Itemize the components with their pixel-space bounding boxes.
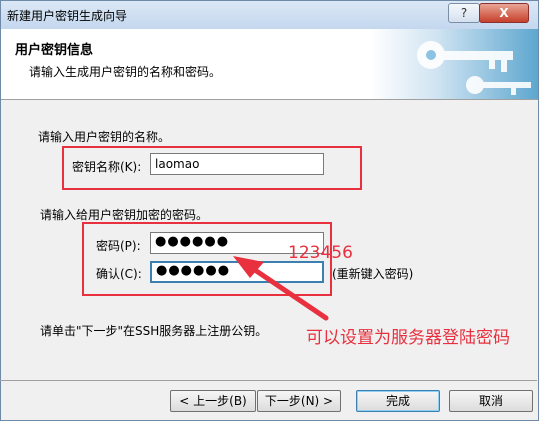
title-bar[interactable]: 新建用户密钥生成向导 ? X — [1, 1, 538, 29]
close-button[interactable]: X — [479, 3, 529, 23]
next-button[interactable]: 下一步(N) > — [257, 390, 341, 412]
register-note: 请单击"下一步"在SSH服务器上注册公钥。 — [40, 324, 268, 338]
confirm-password-input[interactable]: ●●●●●● — [150, 261, 324, 283]
server-annotation: 可以设置为服务器登陆密码 — [306, 328, 510, 348]
key-name-label: 密钥名称(K): — [72, 160, 142, 174]
password-label: 密码(P): — [96, 239, 141, 253]
footer-divider — [0, 380, 537, 381]
header-subtitle: 请输入生成用户密钥的名称和密码。 — [29, 65, 222, 79]
password-annotation: 123456 — [288, 243, 353, 263]
finish-button[interactable]: 完成 — [356, 390, 440, 412]
window-title: 新建用户密钥生成向导 — [7, 9, 128, 23]
confirm-label: 确认(C): — [96, 267, 142, 281]
password-prompt: 请输入给用户密钥加密的密码。 — [40, 208, 209, 222]
key-banner-icon — [371, 29, 538, 99]
cancel-button[interactable]: 取消 — [449, 390, 533, 412]
help-button[interactable]: ? — [448, 3, 480, 23]
key-name-input[interactable]: laomao — [150, 153, 324, 175]
back-button[interactable]: < 上一步(B) — [170, 390, 256, 412]
header-title: 用户密钥信息 — [15, 43, 94, 58]
reenter-hint: (重新键入密码) — [332, 267, 414, 281]
wizard-header: 用户密钥信息 请输入生成用户密钥的名称和密码。 — [1, 29, 538, 100]
name-prompt: 请输入用户密钥的名称。 — [38, 130, 171, 144]
